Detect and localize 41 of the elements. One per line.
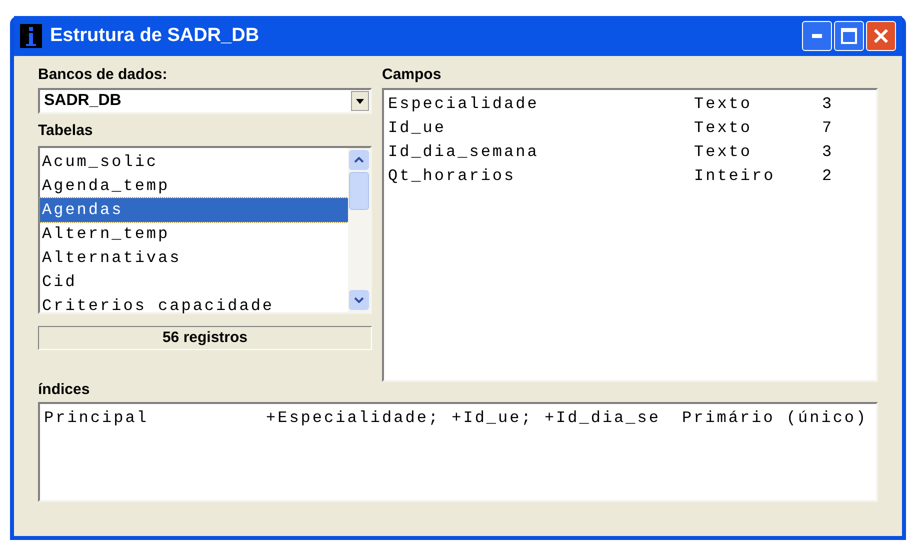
list-item[interactable]: Agendas [40,198,348,222]
close-icon [873,28,889,44]
field-name: Especialidade [388,94,540,115]
field-type: Texto [694,94,754,115]
index-name: Principal [44,408,150,429]
scroll-up-icon [354,157,364,163]
maximize-icon [841,28,857,44]
list-item[interactable]: Acum_solic [40,150,348,174]
minimize-icon [812,34,822,38]
info-icon [20,24,42,48]
scroll-thumb[interactable] [349,172,369,210]
field-type: Texto [694,118,754,139]
field-type: Texto [694,142,754,163]
scroll-down-icon [354,297,364,303]
field-label: Campos [382,65,442,85]
window-title: Estrutura de SADR_DB [50,24,260,48]
record-count: 56 registros [38,326,372,350]
field-label: Tabelas [38,121,94,141]
field-name: Id_dia_semana [388,142,540,163]
list-item[interactable]: Alternativas [40,246,348,270]
field-name: Id_ue [388,118,448,139]
scrollbar[interactable] [348,148,370,312]
list-item[interactable]: Agenda_temp [40,174,348,198]
index-type: Primário (único) [682,408,868,429]
close-button[interactable] [866,21,896,51]
field-size: 2 [822,166,834,187]
field-name: Qt_horarios [388,166,517,187]
database-dropdown[interactable]: SADR_DB [38,88,372,114]
field-size: 7 [822,118,834,139]
index-fields: +Especialidade; +Id_ue; +Id_dia_se [266,406,682,430]
field-type: Inteiro [694,166,776,187]
maximize-button[interactable] [834,21,864,51]
field-label: índices [38,380,91,400]
field-label: Bancos de dados: [38,65,168,85]
list-item[interactable]: Altern_temp [40,222,348,246]
minimize-button[interactable] [802,21,832,51]
list-item[interactable]: Criterios capacidade [40,294,348,318]
field-size: 3 [822,94,834,115]
dropdown-arrow-icon [356,98,364,104]
list-item[interactable]: Cid [40,270,348,294]
field-size: 3 [822,142,834,163]
